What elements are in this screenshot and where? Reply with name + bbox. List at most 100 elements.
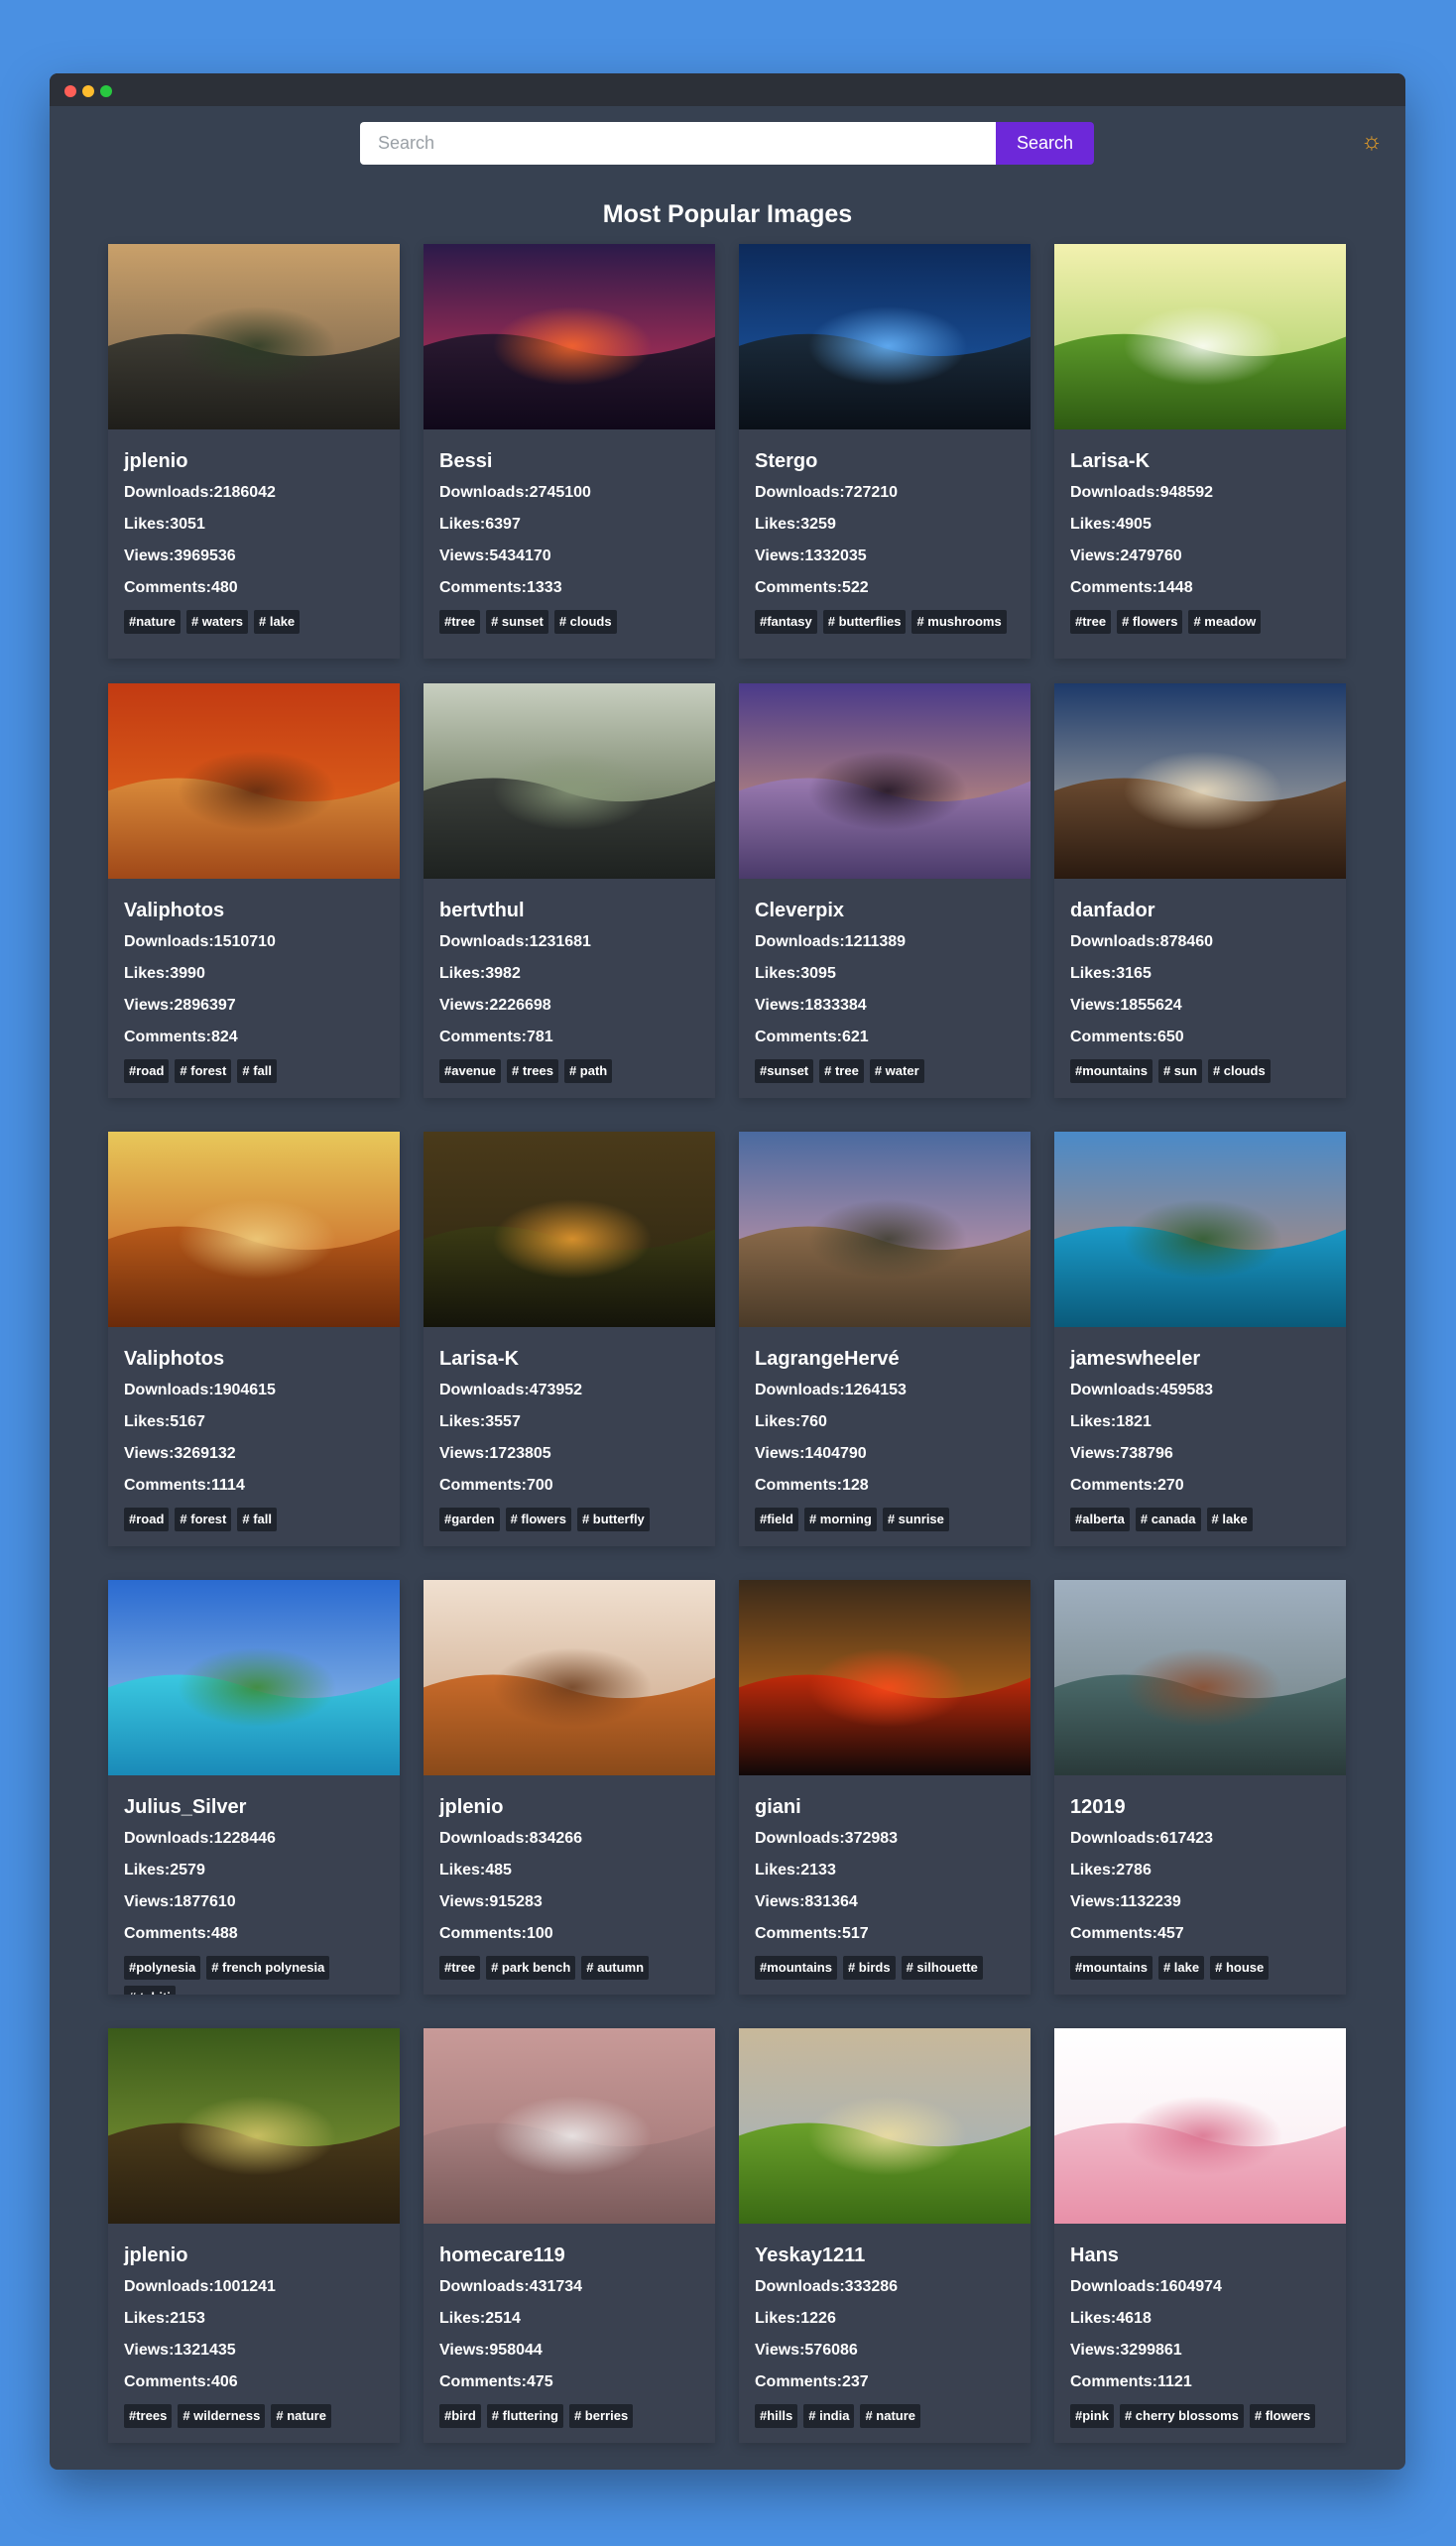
image-card[interactable]: jplenio Downloads:1001241 Likes:2153 Vie… [108, 2028, 400, 2443]
tag-chip[interactable]: # lake [1206, 1508, 1253, 1531]
tag-chip[interactable]: # tree [819, 1059, 864, 1083]
author-name[interactable]: 12019 [1070, 1795, 1330, 1819]
tag-chip[interactable]: #tree [1070, 610, 1112, 634]
tag-chip[interactable]: # autumn [581, 1956, 650, 1980]
author-name[interactable]: jameswheeler [1070, 1347, 1330, 1371]
tag-chip[interactable]: # berries [568, 2404, 634, 2428]
author-name[interactable]: homecare119 [439, 2243, 699, 2267]
image-card[interactable]: Stergo Downloads:727210 Likes:3259 Views… [739, 244, 1031, 659]
tag-chip[interactable]: #mountains [1070, 1956, 1153, 1980]
image-card[interactable]: jplenio Downloads:834266 Likes:485 Views… [424, 1580, 715, 1995]
tag-chip[interactable]: #bird [439, 2404, 481, 2428]
tag-chip[interactable]: #field [755, 1508, 798, 1531]
tag-chip[interactable]: #hills [755, 2404, 798, 2428]
image-card[interactable]: Bessi Downloads:2745100 Likes:6397 Views… [424, 244, 715, 659]
search-button[interactable]: Search [996, 122, 1094, 165]
author-name[interactable]: Bessi [439, 449, 699, 473]
author-name[interactable]: Cleverpix [755, 899, 1015, 922]
autumn-forest-image[interactable] [108, 1132, 400, 1327]
author-name[interactable]: Valiphotos [124, 1347, 384, 1371]
tag-chip[interactable]: # butterflies [822, 610, 907, 634]
bird-flying-image[interactable] [424, 2028, 715, 2224]
author-name[interactable]: giani [755, 1795, 1015, 1819]
tag-chip[interactable]: # forest [175, 1508, 232, 1531]
maximize-window-dot[interactable] [100, 85, 112, 97]
tag-chip[interactable]: #alberta [1070, 1508, 1130, 1531]
autumn-road-image[interactable] [108, 683, 400, 879]
author-name[interactable]: bertvthul [439, 899, 699, 922]
tag-chip[interactable]: # trees [507, 1059, 558, 1083]
tag-chip[interactable]: #nature [124, 610, 181, 634]
search-input[interactable] [360, 122, 996, 165]
image-card[interactable]: Cleverpix Downloads:1211389 Likes:3095 V… [739, 683, 1031, 1098]
author-name[interactable]: LagrangeHervé [755, 1347, 1015, 1371]
author-name[interactable]: Larisa-K [1070, 449, 1330, 473]
tag-chip[interactable]: # clouds [553, 610, 617, 634]
tag-chip[interactable]: # waters [185, 610, 249, 634]
image-card[interactable]: 12019 Downloads:617423 Likes:2786 Views:… [1054, 1580, 1346, 1995]
tag-chip[interactable]: #mountains [1070, 1059, 1153, 1083]
tag-chip[interactable]: #sunset [755, 1059, 814, 1083]
tag-chip[interactable]: # fall [237, 1059, 277, 1083]
lake-house-image[interactable] [1054, 1580, 1346, 1775]
tag-chip[interactable]: # fluttering [486, 2404, 563, 2428]
tag-chip[interactable]: #garden [439, 1508, 500, 1531]
image-card[interactable]: LagrangeHervé Downloads:1264153 Likes:76… [739, 1132, 1031, 1546]
author-name[interactable]: Julius_Silver [124, 1795, 384, 1819]
tag-chip[interactable]: # water [869, 1059, 924, 1083]
image-card[interactable]: Yeskay1211 Downloads:333286 Likes:1226 V… [739, 2028, 1031, 2443]
tag-chip[interactable]: # tahiti [124, 1986, 176, 1995]
lone-tree-lake-image[interactable] [739, 683, 1031, 879]
image-card[interactable]: homecare119 Downloads:431734 Likes:2514 … [424, 2028, 715, 2443]
tag-chip[interactable]: # cherry blossoms [1119, 2404, 1244, 2428]
tag-chip[interactable]: # french polynesia [206, 1956, 330, 1980]
author-name[interactable]: Valiphotos [124, 899, 384, 922]
tree-red-sky-image[interactable] [424, 244, 715, 429]
tag-chip[interactable]: # mushrooms [911, 610, 1007, 634]
tag-chip[interactable]: # nature [271, 2404, 331, 2428]
big-tree-image[interactable] [108, 2028, 400, 2224]
tag-chip[interactable]: #tree [439, 610, 481, 634]
tag-chip[interactable]: # meadow [1188, 610, 1262, 634]
tag-chip[interactable]: #mountains [755, 1956, 837, 1980]
author-name[interactable]: Hans [1070, 2243, 1330, 2267]
tag-chip[interactable]: # flowers [1249, 2404, 1316, 2428]
tag-chip[interactable]: # house [1210, 1956, 1270, 1980]
tag-chip[interactable]: # sunset [486, 610, 548, 634]
tag-chip[interactable]: #road [124, 1508, 170, 1531]
sunny-meadow-image[interactable] [1054, 244, 1346, 429]
lake-mountain-sunset-image[interactable] [108, 244, 400, 429]
tag-chip[interactable]: # forest [175, 1059, 232, 1083]
tag-chip[interactable]: #road [124, 1059, 170, 1083]
image-card[interactable]: danfador Downloads:878460 Likes:3165 Vie… [1054, 683, 1346, 1098]
tag-chip[interactable]: #pink [1070, 2404, 1114, 2428]
tag-chip[interactable]: #trees [124, 2404, 173, 2428]
tag-chip[interactable]: # lake [254, 610, 301, 634]
tree-field-image[interactable] [739, 1132, 1031, 1327]
orange-flowers-image[interactable] [424, 1132, 715, 1327]
tag-chip[interactable]: # path [563, 1059, 613, 1083]
minimize-window-dot[interactable] [82, 85, 94, 97]
green-hills-image[interactable] [739, 2028, 1031, 2224]
image-card[interactable]: bertvthul Downloads:1231681 Likes:3982 V… [424, 683, 715, 1098]
tag-chip[interactable]: #polynesia [124, 1956, 201, 1980]
image-card[interactable]: jplenio Downloads:2186042 Likes:3051 Vie… [108, 244, 400, 659]
author-name[interactable]: jplenio [439, 1795, 699, 1819]
mountain-clouds-image[interactable] [1054, 683, 1346, 879]
image-card[interactable]: Julius_Silver Downloads:1228446 Likes:25… [108, 1580, 400, 1995]
tag-chip[interactable]: # fall [237, 1508, 277, 1531]
image-card[interactable]: Valiphotos Downloads:1904615 Likes:5167 … [108, 1132, 400, 1546]
tag-chip[interactable]: # butterfly [576, 1508, 650, 1531]
blue-butterflies-image[interactable] [739, 244, 1031, 429]
image-card[interactable]: Hans Downloads:1604974 Likes:4618 Views:… [1054, 2028, 1346, 2443]
tag-chip[interactable]: # silhouette [901, 1956, 983, 1980]
tag-chip[interactable]: # park bench [486, 1956, 576, 1980]
tag-chip[interactable]: #avenue [439, 1059, 502, 1083]
author-name[interactable]: jplenio [124, 449, 384, 473]
tag-chip[interactable]: # lake [1157, 1956, 1205, 1980]
tag-chip[interactable]: # clouds [1207, 1059, 1271, 1083]
tag-chip[interactable]: # nature [860, 2404, 921, 2428]
tag-chip[interactable]: # sunrise [882, 1508, 949, 1531]
sun-icon[interactable]: ☼ [1361, 127, 1383, 157]
author-name[interactable]: Larisa-K [439, 1347, 699, 1371]
